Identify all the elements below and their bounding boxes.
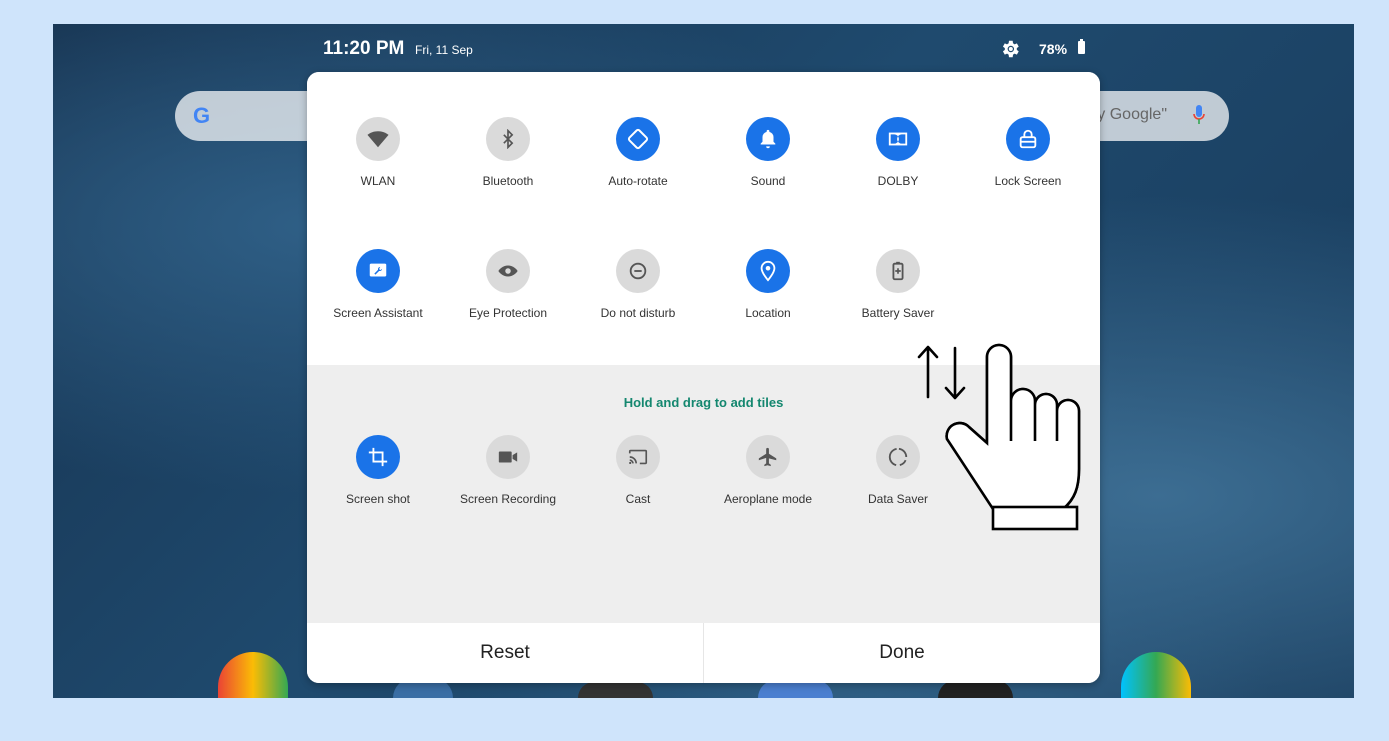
wrench-icon [369,263,387,277]
tile-sound[interactable]: Sound [708,117,828,188]
tile-dolby-circle [876,117,920,161]
google-logo: G [193,103,211,128]
tile-label: Lock Screen [994,174,1062,188]
tile-lock-screen[interactable]: Lock Screen [968,117,1088,188]
tile-label: Eye Protection [468,306,548,320]
location-pin-icon [760,260,776,282]
tile-eye-protection-circle [486,249,530,293]
dock-app-google[interactable] [218,652,288,698]
tile-label: Sound [750,174,786,188]
tile-bluetooth-circle [486,117,530,161]
tile-label: Aeroplane mode [723,492,813,506]
wifi-icon [367,131,389,148]
tile-auto-rotate-circle [616,117,660,161]
tile-label: Bluetooth [482,174,534,188]
video-camera-icon [498,451,518,463]
tile-sound-circle [746,117,790,161]
tile-label: Auto-rotate [608,174,668,188]
crop-icon [368,447,388,467]
tile-aeroplane-mode-circle [746,435,790,479]
reset-button[interactable]: Reset [307,623,703,683]
bell-icon [760,129,776,149]
tile-auto-rotate[interactable]: Auto-rotate [578,117,698,188]
tile-label: Screen Recording [459,492,557,506]
tile-do-not-disturb[interactable]: Do not disturb [578,249,698,320]
status-time: 11:20 PM [323,38,405,59]
tile-screen-recording[interactable]: Screen Recording [448,435,568,506]
tile-label: DOLBY [877,174,919,188]
cast-icon [628,449,648,465]
tile-label: Screen shot [345,492,411,506]
eye-icon [498,265,518,277]
dock-app-media[interactable] [578,682,653,698]
panel-footer: Reset Done [307,623,1100,683]
battery-saver-icon [892,261,904,281]
battery-icon [1078,39,1085,54]
tile-label: Screen Assistant [333,306,423,320]
gear-icon[interactable] [999,38,1021,60]
status-bar: 11:20 PM Fri, 11 Sep 78% [323,36,1103,62]
tile-cast[interactable]: Cast [578,435,698,506]
lock-icon [1019,129,1037,149]
tile-wlan[interactable]: WLAN [318,117,438,188]
tile-screen-assistant-circle [356,249,400,293]
tile-eye-protection[interactable]: Eye Protection [448,249,568,320]
dock-app-play-store[interactable] [1121,652,1191,698]
drag-hand-gesture-icon [917,343,1081,531]
tile-battery-saver-circle [876,249,920,293]
tile-battery-saver[interactable]: Battery Saver [838,249,958,320]
tile-screen-shot-circle [356,435,400,479]
done-button[interactable]: Done [704,623,1100,683]
tile-bluetooth[interactable]: Bluetooth [448,117,568,188]
tile-screen-recording-circle [486,435,530,479]
microphone-icon[interactable] [1193,105,1205,125]
tile-lock-screen-circle [1006,117,1050,161]
tile-wlan-circle [356,117,400,161]
airplane-icon [758,447,777,467]
search-hint-text: y Google" [1097,106,1167,123]
tile-label: Cast [625,492,651,506]
tile-aeroplane-mode[interactable]: Aeroplane mode [708,435,828,506]
bluetooth-icon [503,129,514,149]
tile-location-circle [746,249,790,293]
status-date: Fri, 11 Sep [415,43,473,57]
tile-label: Battery Saver [861,306,935,320]
tile-label: WLAN [360,174,396,188]
auto-rotate-icon [627,128,649,150]
tile-cast-circle [616,435,660,479]
tile-label: Location [745,306,791,320]
tile-label: Do not disturb [600,306,676,320]
tile-location[interactable]: Location [708,249,828,320]
tile-screen-assistant[interactable]: Screen Assistant [318,249,438,320]
dolby-icon [888,132,908,146]
tile-do-not-disturb-circle [616,249,660,293]
battery-percent: 78% [1039,41,1068,57]
tile-dolby[interactable]: DOLBY [838,117,958,188]
tile-screen-shot[interactable]: Screen shot [318,435,438,506]
active-tiles-area: WLAN Bluetooth Auto-rotate Sound DOLBY L… [307,72,1100,365]
minus-circle-icon [629,262,647,280]
up-down-arrows-icon [917,345,966,400]
